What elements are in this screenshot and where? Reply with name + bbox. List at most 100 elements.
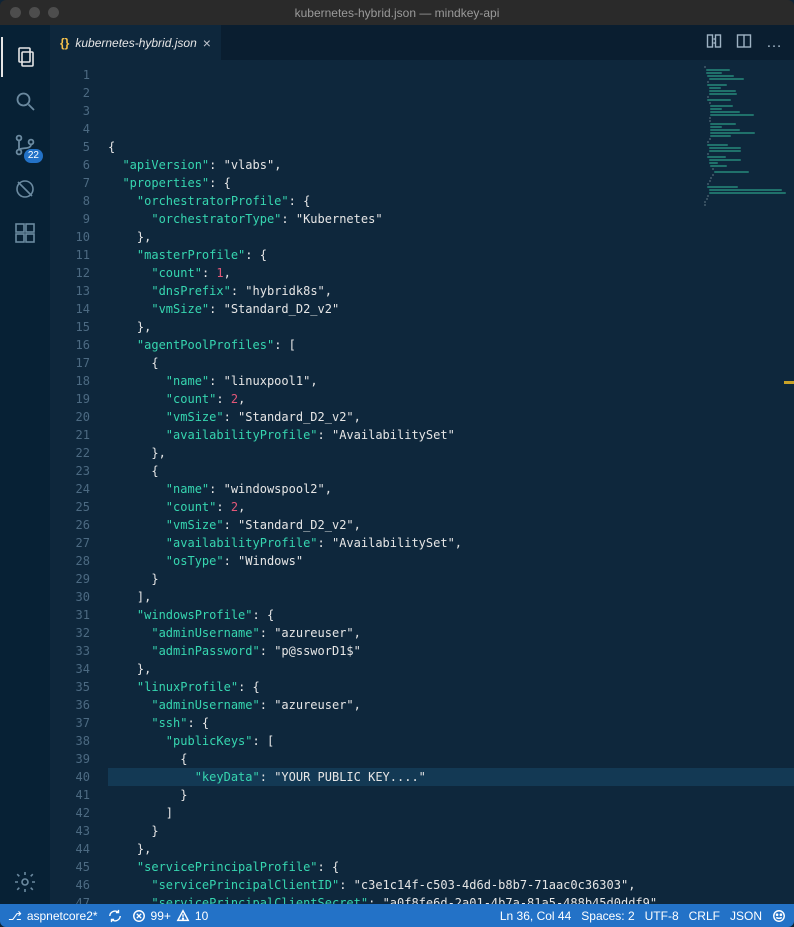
line-number: 35: [50, 678, 90, 696]
code-line[interactable]: "count": 1,: [108, 264, 794, 282]
status-indent[interactable]: Spaces: 2: [581, 909, 634, 923]
line-number: 23: [50, 462, 90, 480]
activity-extensions[interactable]: [1, 211, 49, 255]
code-line[interactable]: "orchestratorProfile": {: [108, 192, 794, 210]
activity-source-control[interactable]: 22: [1, 123, 49, 167]
debug-icon: [13, 177, 37, 201]
zoom-window-button[interactable]: [48, 7, 59, 18]
activity-search[interactable]: [1, 79, 49, 123]
status-bar: ⎇ aspnetcore2* 99+ 10 Ln 36, Col 44 Spac…: [0, 904, 794, 927]
code-line[interactable]: "count": 2,: [108, 498, 794, 516]
line-number: 27: [50, 534, 90, 552]
line-number: 6: [50, 156, 90, 174]
code-line[interactable]: "servicePrincipalClientID": "c3e1c14f-c5…: [108, 876, 794, 894]
line-number: 31: [50, 606, 90, 624]
code-line[interactable]: "linuxProfile": {: [108, 678, 794, 696]
line-number: 13: [50, 282, 90, 300]
code-line[interactable]: "availabilityProfile": "AvailabilitySet"…: [108, 534, 794, 552]
code-line[interactable]: "servicePrincipalProfile": {: [108, 858, 794, 876]
code-line[interactable]: "name": "linuxpool1",: [108, 372, 794, 390]
line-number: 4: [50, 120, 90, 138]
status-cursor[interactable]: Ln 36, Col 44: [500, 909, 571, 923]
minimize-window-button[interactable]: [29, 7, 40, 18]
code-line[interactable]: "adminUsername": "azureuser",: [108, 624, 794, 642]
code-line[interactable]: "vmSize": "Standard_D2_v2",: [108, 516, 794, 534]
status-language[interactable]: JSON: [730, 909, 762, 923]
tab-filename: kubernetes-hybrid.json: [75, 36, 196, 50]
code-line[interactable]: "windowsProfile": {: [108, 606, 794, 624]
code-line[interactable]: "vmSize": "Standard_D2_v2": [108, 300, 794, 318]
status-sync[interactable]: [108, 909, 122, 923]
code-line[interactable]: ]: [108, 804, 794, 822]
status-feedback[interactable]: [772, 909, 786, 923]
line-number: 42: [50, 804, 90, 822]
code-line[interactable]: "count": 2,: [108, 390, 794, 408]
line-number: 18: [50, 372, 90, 390]
line-number: 1: [50, 66, 90, 84]
status-encoding[interactable]: UTF-8: [645, 909, 679, 923]
code-line[interactable]: "keyData": "YOUR PUBLIC KEY....": [108, 768, 794, 786]
line-number: 29: [50, 570, 90, 588]
code-line[interactable]: "masterProfile": {: [108, 246, 794, 264]
smiley-icon: [772, 909, 786, 923]
code-line[interactable]: },: [108, 318, 794, 336]
error-count: 99+: [151, 909, 171, 923]
split-editor-button[interactable]: [736, 33, 752, 52]
line-number: 38: [50, 732, 90, 750]
close-window-button[interactable]: [10, 7, 21, 18]
code-line[interactable]: },: [108, 228, 794, 246]
search-icon: [13, 89, 37, 113]
code-line[interactable]: {: [108, 750, 794, 768]
activity-debug[interactable]: [1, 167, 49, 211]
code-line[interactable]: "vmSize": "Standard_D2_v2",: [108, 408, 794, 426]
code-line[interactable]: ],: [108, 588, 794, 606]
line-number: 3: [50, 102, 90, 120]
code-line[interactable]: "publicKeys": [: [108, 732, 794, 750]
code-line[interactable]: },: [108, 660, 794, 678]
code-line[interactable]: "osType": "Windows": [108, 552, 794, 570]
code-line[interactable]: }: [108, 822, 794, 840]
tab-kubernetes-hybrid[interactable]: {} kubernetes-hybrid.json ×: [50, 25, 222, 60]
line-number: 5: [50, 138, 90, 156]
code-line[interactable]: },: [108, 840, 794, 858]
code-line[interactable]: }: [108, 570, 794, 588]
line-number: 11: [50, 246, 90, 264]
code-line[interactable]: "orchestratorType": "Kubernetes": [108, 210, 794, 228]
code-line[interactable]: "adminUsername": "azureuser",: [108, 696, 794, 714]
code-editor[interactable]: { "apiVersion": "vlabs", "properties": {…: [108, 60, 794, 904]
tabbar-actions: …: [706, 25, 794, 60]
line-number: 26: [50, 516, 90, 534]
line-number: 33: [50, 642, 90, 660]
more-actions-button[interactable]: …: [766, 35, 782, 51]
line-number: 9: [50, 210, 90, 228]
status-eol[interactable]: CRLF: [689, 909, 720, 923]
code-line[interactable]: },: [108, 444, 794, 462]
code-line[interactable]: "availabilityProfile": "AvailabilitySet": [108, 426, 794, 444]
open-changes-button[interactable]: [706, 33, 722, 52]
titlebar[interactable]: kubernetes-hybrid.json — mindkey-api: [0, 0, 794, 25]
status-problems[interactable]: 99+ 10: [132, 909, 209, 923]
code-line[interactable]: "name": "windowspool2",: [108, 480, 794, 498]
tab-close-button[interactable]: ×: [203, 35, 211, 51]
code-line[interactable]: }: [108, 786, 794, 804]
code-line[interactable]: "properties": {: [108, 174, 794, 192]
code-line[interactable]: {: [108, 354, 794, 372]
code-line[interactable]: "adminPassword": "p@ssworD1$": [108, 642, 794, 660]
line-number: 14: [50, 300, 90, 318]
line-number: 22: [50, 444, 90, 462]
code-line[interactable]: {: [108, 138, 794, 156]
activity-explorer[interactable]: [1, 35, 49, 79]
line-number: 28: [50, 552, 90, 570]
open-changes-icon: [706, 33, 722, 49]
code-line[interactable]: {: [108, 462, 794, 480]
code-line[interactable]: "apiVersion": "vlabs",: [108, 156, 794, 174]
line-number: 2: [50, 84, 90, 102]
code-line[interactable]: "ssh": {: [108, 714, 794, 732]
code-line[interactable]: "servicePrincipalClientSecret": "a0f8fe6…: [108, 894, 794, 904]
branch-name: aspnetcore2*: [27, 909, 98, 923]
code-line[interactable]: "agentPoolProfiles": [: [108, 336, 794, 354]
activity-settings[interactable]: [1, 860, 49, 904]
status-branch[interactable]: ⎇ aspnetcore2*: [8, 909, 98, 923]
warning-icon: [176, 909, 190, 923]
code-line[interactable]: "dnsPrefix": "hybridk8s",: [108, 282, 794, 300]
